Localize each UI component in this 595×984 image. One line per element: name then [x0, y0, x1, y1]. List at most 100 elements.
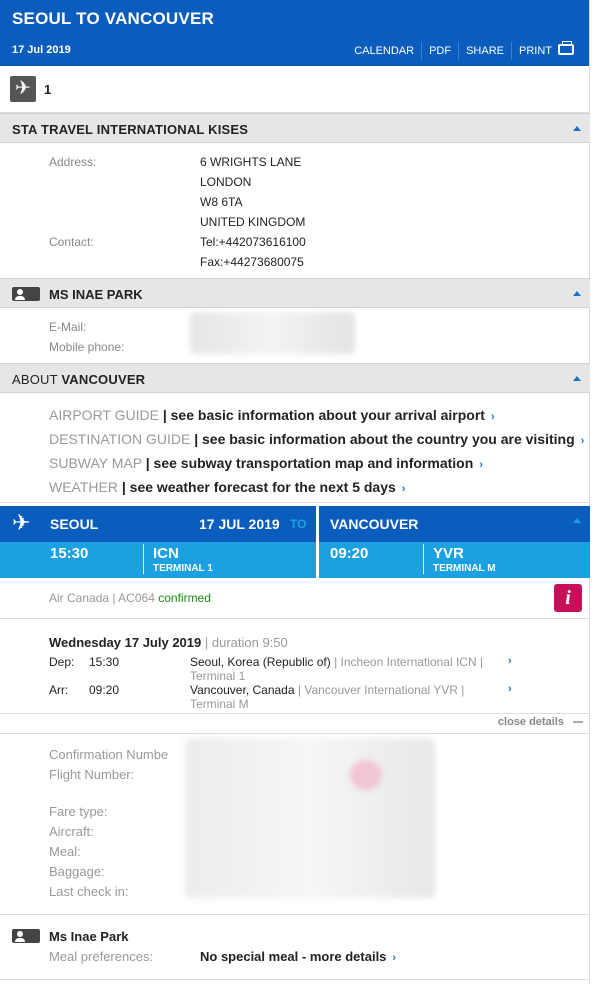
meal-pref-value: No special meal - more details	[200, 949, 387, 964]
redacted-mark	[350, 760, 382, 790]
tel-value[interactable]: Tel:+442073616100	[200, 235, 306, 249]
arrival-time: 09:20	[330, 545, 369, 562]
print-button[interactable]: PRINT	[511, 41, 581, 60]
dep-location: Seoul, Korea (Republic of) | Incheon Int…	[190, 655, 510, 683]
arr-label: Arr:	[49, 683, 69, 697]
divider	[423, 544, 424, 574]
address-line-3: W8 6TA	[200, 195, 243, 209]
divider	[0, 914, 590, 915]
address-line-2: LONDON	[200, 175, 252, 189]
printer-icon	[558, 41, 574, 55]
flight-number-label: Flight Number:	[49, 767, 135, 782]
arr-time: 09:20	[89, 683, 120, 697]
divider	[0, 733, 590, 734]
guide-text: | see weather forecast for the next 5 da…	[121, 479, 396, 495]
departure-terminal: TERMINAL 1	[153, 563, 213, 574]
destination-city: VANCOUVER	[330, 516, 419, 532]
dep-time: 15:30	[89, 655, 120, 669]
chevron-right-icon: ›	[490, 411, 495, 423]
passenger-name: Ms Inae Park	[49, 929, 129, 944]
booking-status: confirmed	[158, 591, 211, 605]
arr-place: Vancouver, Canada	[190, 683, 295, 697]
divider	[0, 618, 590, 619]
about-section-header[interactable]: ABOUT VANCOUVER	[0, 363, 590, 393]
baggage-label: Baggage:	[49, 864, 105, 879]
dep-place: Seoul, Korea (Republic of)	[190, 655, 331, 669]
collapse-icon[interactable]	[573, 126, 581, 131]
dep-terminal-line: Terminal 1	[190, 669, 246, 683]
address-label: Address:	[49, 155, 97, 169]
person-card-icon	[12, 287, 40, 301]
person-card-icon	[12, 929, 40, 943]
itinerary-page: SEOUL TO VANCOUVER 17 Jul 2019 CALENDAR …	[0, 0, 590, 984]
dep-airport: | Incheon International ICN |	[334, 655, 484, 669]
flight-count: 1	[44, 82, 52, 97]
chevron-right-icon[interactable]: ›	[508, 655, 512, 667]
collapse-icon[interactable]	[573, 291, 581, 296]
arrival-code: YVR	[433, 545, 464, 562]
flight-date: 17 JUL 2019	[199, 516, 280, 532]
arr-airport: | Vancouver International YVR |	[297, 683, 465, 697]
fare-type-label: Fare type:	[49, 804, 108, 819]
header-actions: CALENDAR PDF SHARE PRINT	[347, 41, 581, 61]
share-button[interactable]: SHARE	[458, 42, 511, 60]
chevron-right-icon: ›	[401, 483, 406, 495]
flight-duration: | duration 9:50	[204, 635, 288, 650]
about-prefix: ABOUT	[12, 372, 62, 387]
guide-text: | see basic information about your arriv…	[162, 407, 485, 423]
arr-location: Vancouver, Canada | Vancouver Internatio…	[190, 683, 510, 711]
about-title: ABOUT VANCOUVER	[12, 372, 145, 387]
departure-time: 15:30	[50, 545, 89, 562]
calendar-button[interactable]: CALENDAR	[347, 42, 421, 60]
pdf-button[interactable]: PDF	[421, 42, 458, 60]
guide-name: DESTINATION GUIDE	[49, 431, 191, 447]
weather-link[interactable]: WEATHER | see weather forecast for the n…	[49, 479, 405, 495]
meal-label: Meal:	[49, 844, 81, 859]
arrival-terminal: TERMINAL M	[433, 563, 496, 574]
flight-number: AC064	[118, 591, 155, 605]
about-city: VANCOUVER	[61, 372, 146, 387]
print-label: PRINT	[519, 45, 552, 57]
flight-header-divider	[316, 506, 319, 578]
departure-code: ICN	[153, 545, 179, 562]
chevron-right-icon: ›	[479, 459, 483, 471]
guide-name: AIRPORT GUIDE	[49, 407, 159, 423]
arr-terminal-line: Terminal M	[190, 697, 249, 711]
airline-name: Air Canada |	[49, 591, 116, 605]
flight-day: Wednesday 17 July 2019	[49, 635, 202, 650]
agency-section-header[interactable]: STA TRAVEL INTERNATIONAL KISES	[0, 113, 590, 143]
flight-header[interactable]: ✈ SEOUL 17 JUL 2019 TO VANCOUVER	[0, 506, 590, 542]
address-line-1: 6 WRIGHTS LANE	[200, 155, 302, 169]
collapse-icon[interactable]	[573, 376, 581, 381]
flight-times-bar: 15:30 ICN TERMINAL 1 09:20 YVR TERMINAL …	[0, 542, 590, 578]
collapse-icon[interactable]	[573, 518, 581, 523]
confirmation-label: Confirmation Numbe	[49, 747, 169, 762]
flight-count-row: ✈ 1	[0, 66, 589, 113]
aircraft-label: Aircraft:	[49, 824, 94, 839]
minus-icon	[573, 721, 583, 724]
airline-row: Air Canada | AC064 confirmed	[49, 591, 211, 605]
redacted-details	[185, 738, 435, 898]
origin-city: SEOUL	[50, 516, 99, 532]
guide-name: WEATHER	[49, 479, 118, 495]
agency-title: STA TRAVEL INTERNATIONAL KISES	[12, 122, 249, 137]
meal-pref-link[interactable]: No special meal - more details ›	[200, 949, 396, 964]
chevron-right-icon: ›	[392, 952, 397, 964]
address-line-4: UNITED KINGDOM	[200, 215, 306, 229]
guide-text: | see subway transportation map and info…	[145, 455, 474, 471]
close-details-link[interactable]: close details	[498, 716, 583, 728]
fax-value: Fax:+44273680075	[200, 255, 304, 269]
flight-day-row: Wednesday 17 July 2019 | duration 9:50	[49, 635, 288, 650]
last-checkin-label: Last check in:	[49, 884, 129, 899]
chevron-right-icon[interactable]: ›	[508, 683, 512, 695]
info-icon[interactable]: i	[554, 584, 582, 612]
airplane-icon: ✈	[10, 76, 36, 102]
traveller-section-header[interactable]: MS INAE PARK	[0, 278, 590, 308]
airport-guide-link[interactable]: AIRPORT GUIDE | see basic information ab…	[49, 407, 495, 423]
divider	[0, 502, 590, 503]
trip-title: SEOUL TO VANCOUVER	[12, 9, 214, 28]
subway-map-link[interactable]: SUBWAY MAP | see subway transportation m…	[49, 455, 483, 471]
destination-guide-link[interactable]: DESTINATION GUIDE | see basic informatio…	[49, 431, 584, 447]
guide-text: | see basic information about the countr…	[194, 431, 575, 447]
guide-name: SUBWAY MAP	[49, 455, 142, 471]
